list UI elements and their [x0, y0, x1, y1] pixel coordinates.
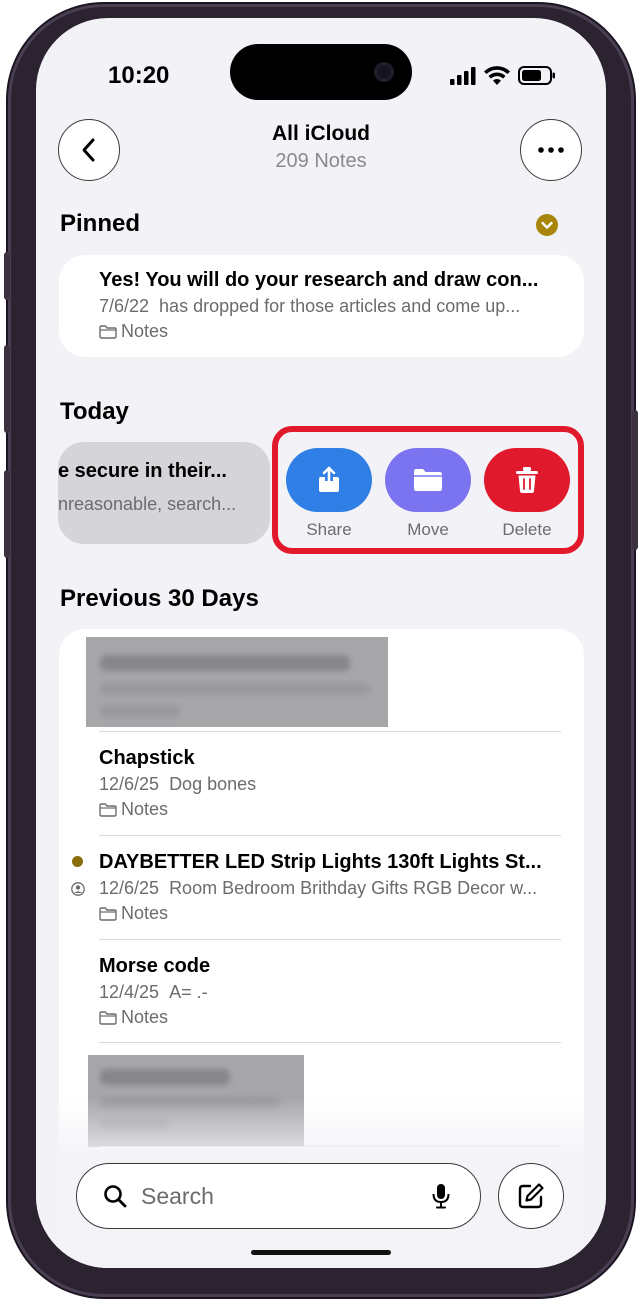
folder-icon [99, 906, 117, 921]
cellular-signal-icon [450, 66, 476, 85]
list-item[interactable]: DAYBETTER LED Strip Lights 130ft Lights … [99, 851, 564, 924]
list-item[interactable]: Yes! You will do your research and draw … [99, 269, 564, 342]
divider [99, 835, 561, 836]
status-time: 10:20 [108, 62, 170, 89]
delete-button[interactable] [484, 448, 570, 512]
folder-icon [414, 469, 442, 491]
share-button[interactable] [286, 448, 372, 512]
home-indicator [251, 1250, 391, 1255]
list-item-redacted[interactable] [86, 637, 388, 727]
section-header-previous: Previous 30 Days [60, 585, 259, 612]
note-preview: has dropped for those articles and come … [159, 296, 521, 316]
chevron-down-circle-icon[interactable] [536, 214, 558, 236]
divider [99, 1042, 561, 1043]
camera-icon [374, 62, 394, 82]
note-title: Yes! You will do your research and draw … [99, 269, 539, 291]
note-preview: A= .- [169, 982, 208, 1002]
note-date: 12/6/25 [99, 878, 160, 898]
divider [99, 939, 561, 940]
note-preview: Room Bedroom Brithday Gifts RGB Decor w.… [169, 878, 538, 898]
volume-down-button [4, 470, 10, 558]
note-meta: 12/6/25 Dog bones [99, 774, 564, 795]
folder-name: Notes [121, 1007, 169, 1027]
pinned-card: Yes! You will do your research and draw … [59, 255, 584, 357]
section-header-today: Today [60, 398, 129, 425]
folder-icon [99, 802, 117, 817]
search-placeholder: Search [141, 1182, 214, 1209]
note-meta: 7/6/22 has dropped for those articles and… [99, 296, 564, 317]
note-folder: Notes [99, 799, 564, 820]
note-title: DAYBETTER LED Strip Lights 130ft Lights … [99, 851, 542, 873]
section-header-pinned: Pinned [60, 210, 141, 237]
folder-icon [99, 1010, 117, 1025]
search-field[interactable]: Search [76, 1163, 481, 1229]
note-folder: Notes [99, 903, 564, 924]
folder-name: Notes [121, 799, 169, 819]
unread-dot [72, 856, 83, 867]
delete-label: Delete [502, 520, 552, 539]
note-date: 12/6/25 [99, 774, 160, 794]
note-title: Chapstick [99, 747, 195, 769]
list-item[interactable]: Morse code 12/4/25 A= .- Notes [99, 955, 564, 1028]
more-button[interactable] [520, 119, 582, 181]
note-preview: Dog bones [169, 774, 257, 794]
power-button [632, 410, 638, 550]
note-date: 12/4/25 [99, 982, 160, 1002]
share-icon [319, 466, 339, 492]
note-title: e secure in their... [58, 460, 227, 482]
list-item[interactable]: Chapstick 12/6/25 Dog bones Notes [99, 747, 564, 820]
battery-icon [518, 66, 555, 85]
wifi-icon [484, 66, 510, 85]
folder-name: Notes [121, 903, 169, 923]
volume-up-button [4, 345, 10, 433]
move-label: Move [407, 520, 449, 539]
folder-name: Notes [121, 321, 169, 341]
status-icons [450, 66, 556, 85]
note-date: 7/6/22 [99, 296, 150, 316]
trash-icon [516, 467, 538, 493]
compose-icon [518, 1183, 544, 1209]
search-icon [104, 1185, 127, 1208]
share-label: Share [306, 520, 352, 539]
ellipsis-icon [538, 147, 564, 153]
note-title: Morse code [99, 955, 211, 977]
folder-icon [99, 324, 117, 339]
note-folder: Notes [99, 1007, 564, 1028]
screen: 10:20 All iCloud 209 Notes Pinned Yes! Y… [36, 18, 606, 1268]
note-meta: 12/6/25 Room Bedroom Brithday Gifts RGB D… [99, 878, 564, 899]
action-button [4, 252, 10, 300]
dynamic-island [230, 44, 412, 100]
compose-button[interactable] [498, 1163, 564, 1229]
note-folder: Notes [99, 321, 564, 342]
swiped-note-card[interactable]: e secure in their... nreasonable, search… [58, 442, 270, 544]
divider [99, 731, 561, 732]
move-button[interactable] [385, 448, 471, 512]
note-preview: nreasonable, search... [58, 494, 237, 514]
shared-person-icon [71, 882, 85, 896]
mic-icon[interactable] [432, 1183, 450, 1209]
note-meta: 12/4/25 A= .- [99, 982, 564, 1003]
